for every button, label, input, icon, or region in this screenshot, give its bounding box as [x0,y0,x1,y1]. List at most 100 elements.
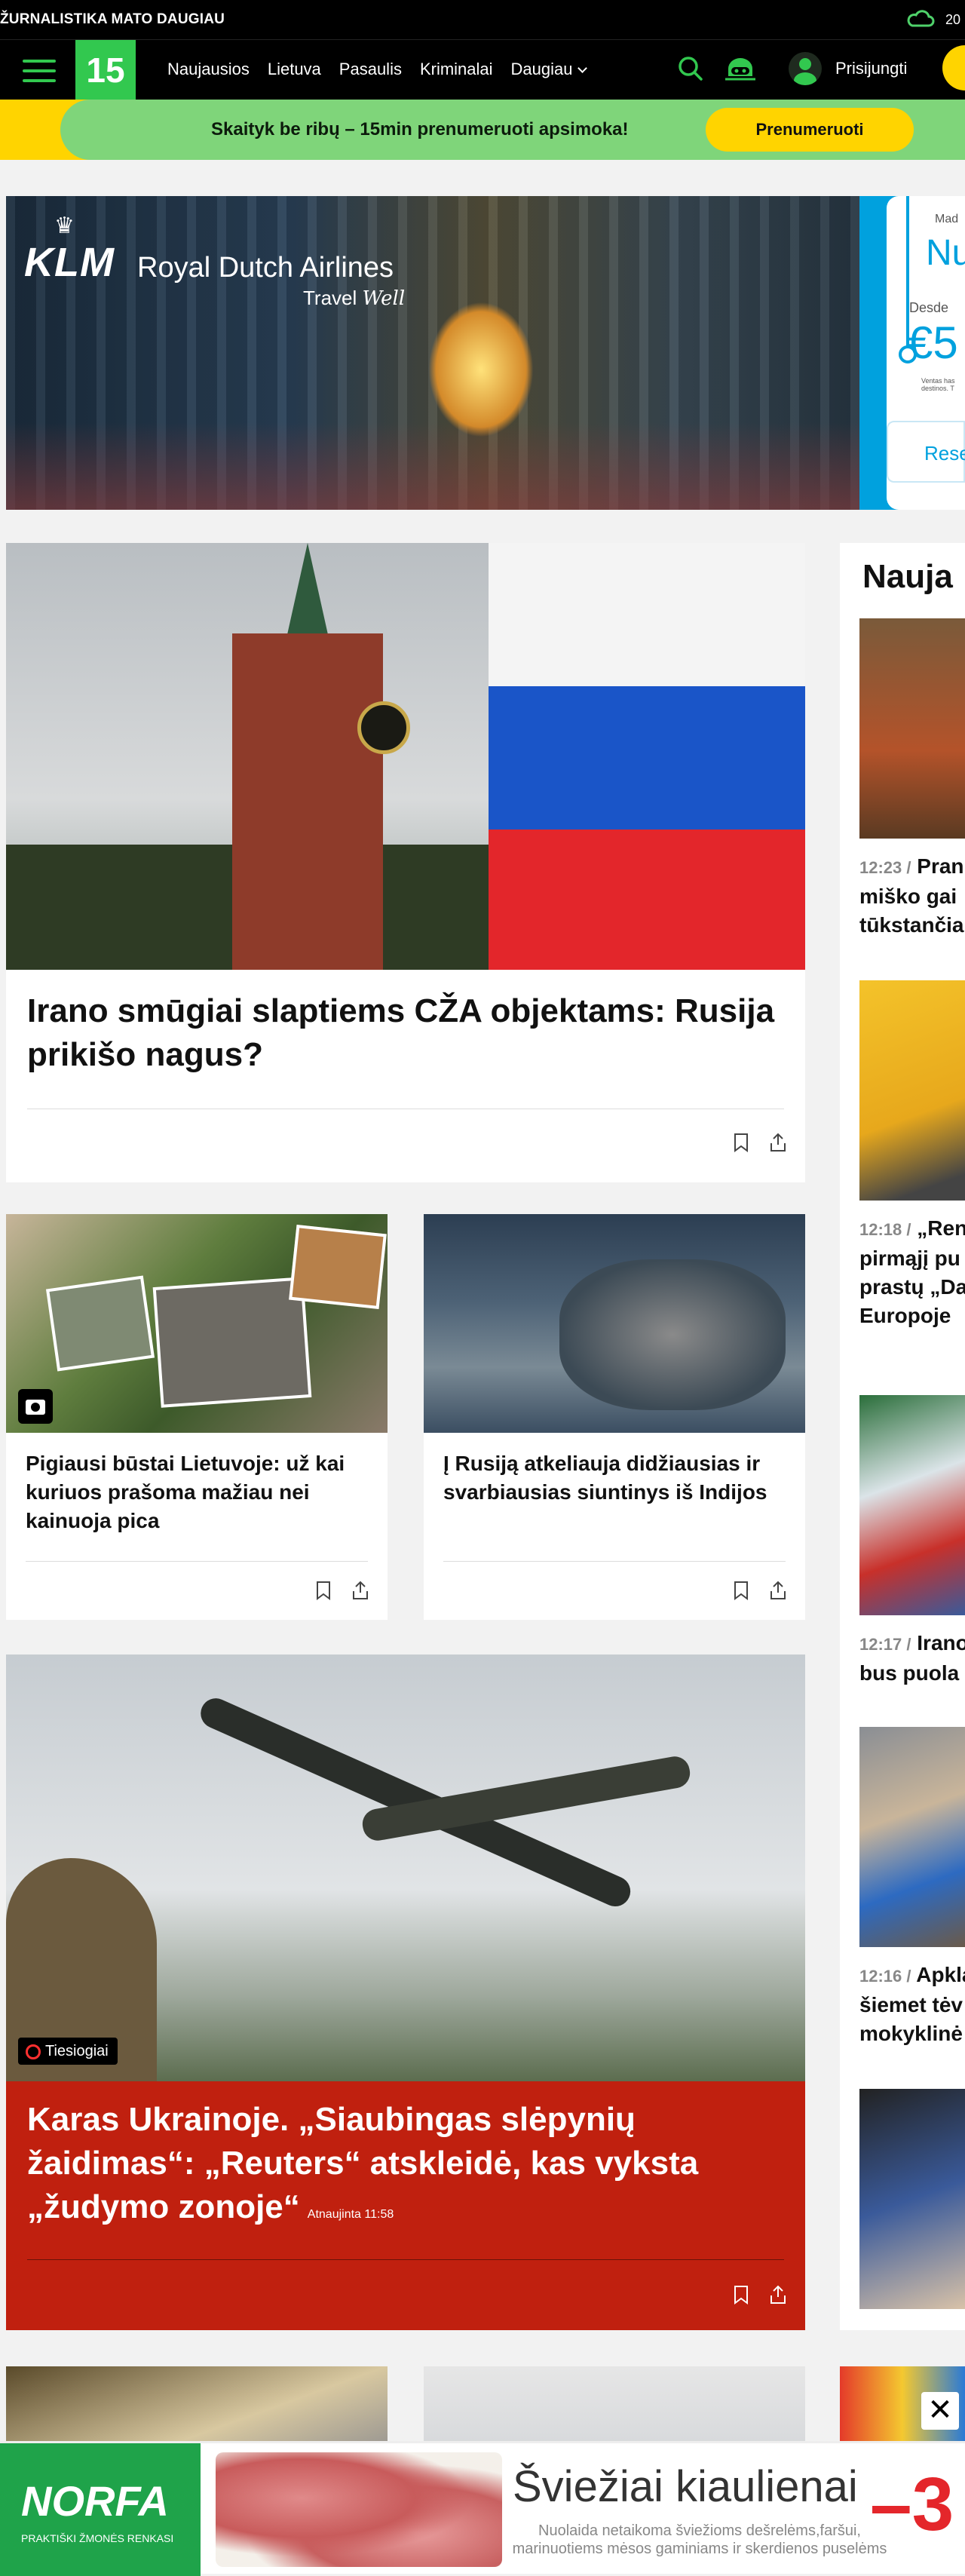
nav-link-daugiau[interactable]: Daugiau [510,60,587,79]
sidebar-time: 12:17 / [859,1635,911,1654]
subscribe-banner: Skaityk be ribų – 15min prenumeruoti aps… [0,100,965,160]
hero-tower [232,633,383,970]
sidebar-line: tūkstančia [859,913,964,937]
crown-icon: ♛ [54,213,75,238]
smoke-plume [559,1259,786,1410]
bookmark-icon[interactable] [733,2285,752,2305]
login-label: Prisijungti [835,59,908,78]
klm-slogan-a: Travel [303,287,357,309]
cloud-icon[interactable] [905,9,935,33]
sidebar-line: šiemet tėv [859,1993,963,2016]
sidebar-time: 12:18 / [859,1220,911,1239]
card-divider [26,1561,368,1562]
menu-icon[interactable] [23,60,56,82]
nav-link-kriminalai[interactable]: Kriminalai [420,60,493,79]
klm-name: Royal Dutch Airlines [137,252,394,284]
article-title[interactable]: Į Rusiją atkeliauja didžiausias ir svarb… [443,1449,790,1507]
klm-ad-banner[interactable]: ♛ KLM Royal Dutch Airlines Travel Well [6,196,965,510]
ad-headline: Šviežiai kiaulienai [513,2462,858,2511]
bookmark-icon[interactable] [733,1133,752,1152]
sidebar-image-yellow[interactable] [859,980,965,1201]
klm-offer-card[interactable]: Mad Nu Desde €5 Ventas has destinos. T R… [859,196,965,510]
hero-article-card[interactable]: Irano smūgiai slaptiems CŽA objektams: R… [6,543,805,1182]
article-card-housing[interactable]: Pigiausi būstai Lietuvoje: už kai kuriuo… [6,1214,388,1620]
sidebar-item-3[interactable]: 12:17 / Irano bus puola [859,1629,965,1688]
user-avatar-icon [789,52,822,85]
share-icon[interactable] [769,2285,789,2305]
article-card-india[interactable]: Į Rusiją atkeliauja didžiausias ir svarb… [424,1214,805,1620]
flag-white [489,543,805,686]
sidebar-time: 12:16 / [859,1967,911,1986]
norfa-ad-banner[interactable]: NORFA PRAKTIŠKI ŽMONĖS RENKASI Šviežiai … [0,2441,965,2576]
ad-discount: –3 [870,2462,954,2547]
nav-link-lietuva[interactable]: Lietuva [268,60,321,79]
housing-image[interactable] [6,1214,388,1433]
subscribe-button[interactable]: Prenumeruoti [706,108,914,152]
offer-destination: Nu [926,233,965,273]
sidebar-line: Irano [917,1631,965,1654]
offer-fine-print: Ventas has destinos. T [921,377,955,392]
meat-image [216,2452,502,2567]
bookmark-icon[interactable] [733,1581,752,1600]
norfa-logo: NORFA PRAKTIŠKI ŽMONĖS RENKASI [0,2443,201,2576]
sidebar-line: Europoje [859,1304,951,1327]
sidebar-line: Pran [917,854,964,878]
ad-fine-print: Nuolaida netaikoma šviežioms dešrelėms,f… [512,2522,887,2557]
nav-link-daugiau-label: Daugiau [510,60,573,78]
sidebar-image-fire[interactable] [859,618,965,839]
interior-photo [289,1225,387,1309]
search-icon[interactable] [677,55,704,82]
login-button[interactable]: Prisijungti [789,52,907,85]
sidebar-item-2[interactable]: 12:18 / „Ren pirmąjį pu prastų „Da Europ… [859,1214,965,1330]
assistant-bot-icon[interactable] [724,54,757,82]
hero-title[interactable]: Irano smūgiai slaptiems CŽA objektams: R… [27,989,781,1077]
hero-clock [357,701,410,754]
live-title[interactable]: Karas Ukrainoje. „Siaubingas slėpynių ža… [27,2098,781,2237]
drone-image[interactable]: Tiesiogiai [6,1654,805,2081]
sidebar-line: miško gai [859,885,957,908]
sidebar-line: „Ren [917,1216,965,1240]
live-divider [27,2259,784,2260]
flag-red [489,830,805,970]
nav-link-naujausios[interactable]: Naujausios [167,60,250,79]
live-title-text: Karas Ukrainoje. „Siaubingas slėpynių ža… [27,2101,699,2225]
offer-route: Mad [935,213,959,225]
hero-image-kremlin[interactable] [6,543,805,970]
top-bar: ŽURNALISTIKA MATO DAUGIAU 20 [0,0,965,39]
share-icon[interactable] [769,1133,789,1152]
sidebar-heading: Nauja [862,558,953,595]
share-icon[interactable] [769,1581,789,1600]
live-article-card[interactable]: Tiesiogiai Karas Ukrainoje. „Siaubingas … [6,1654,805,2330]
sidebar-line: bus puola [859,1661,960,1685]
klm-slogan-b: Well [362,287,406,310]
card-divider [443,1561,786,1562]
nav-link-pasaulis[interactable]: Pasaulis [339,60,402,79]
ad-lantern-glow [428,302,534,437]
journalism-tagline: ŽURNALISTIKA MATO DAUGIAU [0,11,225,27]
subscribe-text: Skaityk be ribų – 15min prenumeruoti aps… [211,119,629,140]
sidebar-image-sport[interactable] [859,2089,965,2309]
site-logo[interactable]: 15 [75,40,136,100]
main-nav: 15 Naujausios Lietuva Pasaulis Kriminala… [0,39,965,100]
offer-book-button[interactable]: Rese [887,421,965,483]
sidebar-line: mokyklinė [859,2022,963,2045]
offer-price: €5 [908,317,958,368]
bookmark-icon[interactable] [315,1581,335,1600]
close-ad-icon[interactable]: ✕ [921,2392,959,2430]
sidebar-image-school[interactable] [859,1727,965,1947]
ad-bottom-shade [6,422,865,510]
norfa-brand: NORFA [21,2477,169,2525]
live-badge: Tiesiogiai [18,2038,118,2065]
sidebar-time: 12:23 / [859,858,911,877]
camera-icon [18,1389,53,1424]
sidebar-item-4[interactable]: 12:16 / Apkla šiemet tėv mokyklinė [859,1961,965,2048]
sidebar-image-iran[interactable] [859,1395,965,1615]
live-title-block: Karas Ukrainoje. „Siaubingas slėpynių ža… [6,2081,805,2330]
share-icon[interactable] [351,1581,371,1600]
chevron-down-icon [577,63,587,73]
well-photo [45,1275,155,1372]
klm-brand: KLM [24,240,115,285]
satellite-image[interactable] [424,1214,805,1433]
sidebar-item-1[interactable]: 12:23 / Pran miško gai tūkstančia [859,852,965,940]
article-title[interactable]: Pigiausi būstai Lietuvoje: už kai kuriuo… [26,1449,372,1535]
